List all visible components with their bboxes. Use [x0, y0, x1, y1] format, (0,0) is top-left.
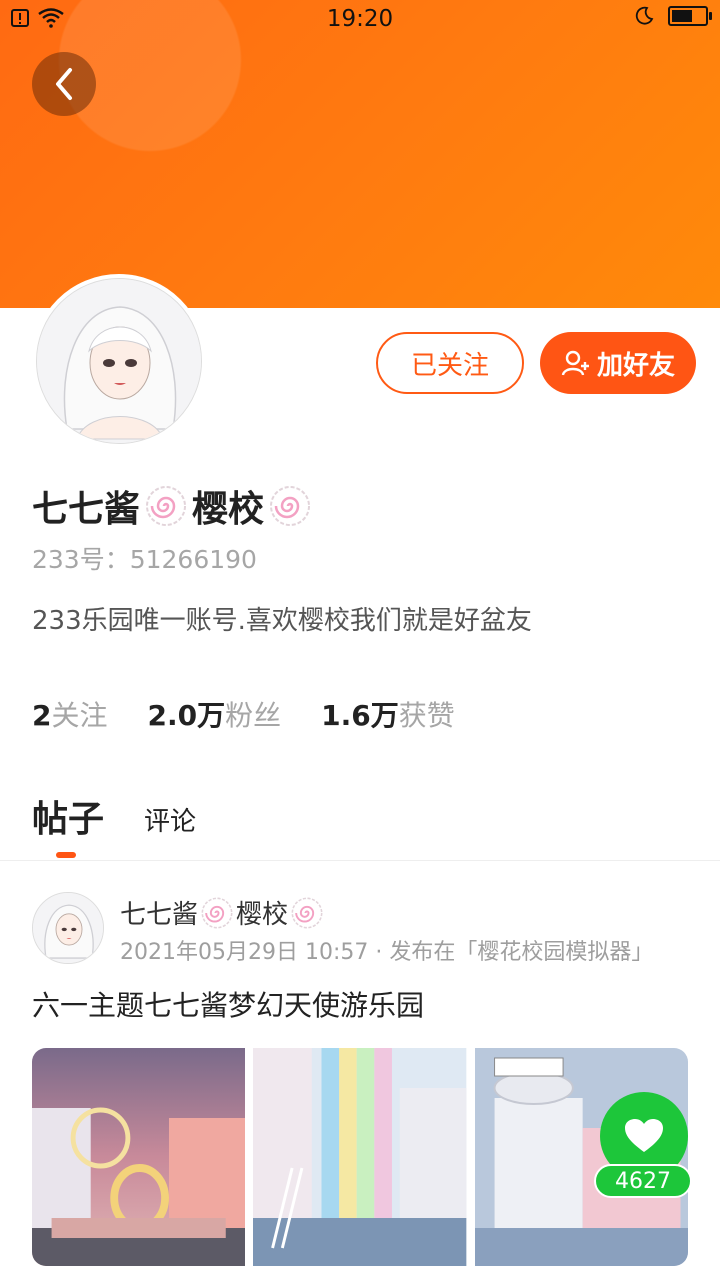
status-right-icons — [634, 6, 712, 26]
content-tabs: 帖子 评论 — [32, 790, 196, 858]
stat-fans-num: 2.0万 — [147, 699, 226, 732]
swirl-icon — [146, 486, 187, 526]
tab-posts-label: 帖子 — [32, 799, 105, 840]
battery-icon — [668, 6, 712, 26]
stat-following-num: 2 — [32, 699, 52, 732]
followed-button[interactable]: 已关注 — [376, 332, 524, 394]
tab-comments-label: 评论 — [144, 807, 197, 837]
post-author-part1: 七七酱 — [120, 900, 199, 930]
post-meta: 2021年05月29日 10:57 · 发布在「樱花校园模拟器」 — [120, 940, 654, 965]
post-author-avatar[interactable] — [32, 892, 104, 964]
back-button[interactable] — [32, 52, 96, 116]
post-author-name[interactable]: 七七酱 樱校 — [120, 894, 324, 931]
tab-indicator — [56, 852, 76, 858]
like-count: 4627 — [594, 1164, 692, 1198]
tab-comments[interactable]: 评论 — [144, 801, 196, 842]
tab-posts[interactable]: 帖子 — [32, 790, 105, 858]
chevron-left-icon — [56, 68, 72, 100]
profile-bio: 233乐园唯一账号.喜欢樱校我们就是好盆友 — [32, 606, 532, 636]
post-image[interactable] — [32, 1048, 246, 1266]
profile-name-part2: 樱校 — [192, 489, 265, 530]
stat-fans-label: 粉丝 — [225, 699, 282, 732]
add-user-icon — [561, 350, 589, 376]
stat-following-label: 关注 — [51, 699, 108, 732]
moon-icon — [635, 6, 654, 25]
status-bar: 19:20 — [0, 0, 720, 40]
heart-icon — [625, 1119, 663, 1152]
swirl-icon — [270, 486, 311, 526]
divider — [0, 860, 720, 861]
add-friend-button[interactable]: 加好友 — [540, 332, 696, 394]
post-author-part2: 樱校 — [236, 900, 289, 930]
post-images — [32, 1048, 688, 1266]
user-id: 233号：51266190 — [32, 545, 257, 574]
followed-label: 已关注 — [410, 350, 489, 381]
add-friend-label: 加好友 — [596, 350, 675, 381]
profile-banner — [0, 0, 720, 308]
swirl-icon — [201, 897, 233, 928]
stat-fans[interactable]: 2.0万粉丝 — [148, 694, 282, 734]
post-title[interactable]: 六一主题七七酱梦幻天使游乐园 — [32, 984, 424, 1024]
stat-following[interactable]: 2关注 — [32, 694, 108, 734]
status-time: 19:20 — [326, 6, 394, 32]
profile-name: 七七酱 樱校 — [32, 480, 312, 532]
post-image[interactable] — [253, 1048, 467, 1266]
stat-likes-label: 获赞 — [398, 699, 455, 732]
avatar — [36, 278, 202, 444]
swirl-icon — [291, 897, 323, 928]
profile-stats: 2关注 2.0万粉丝 1.6万获赞 — [32, 694, 455, 734]
profile-avatar-frame[interactable] — [36, 278, 202, 444]
stat-likes-num: 1.6万 — [321, 699, 399, 732]
profile-name-part1: 七七酱 — [32, 489, 141, 530]
stat-likes[interactable]: 1.6万获赞 — [321, 694, 455, 734]
